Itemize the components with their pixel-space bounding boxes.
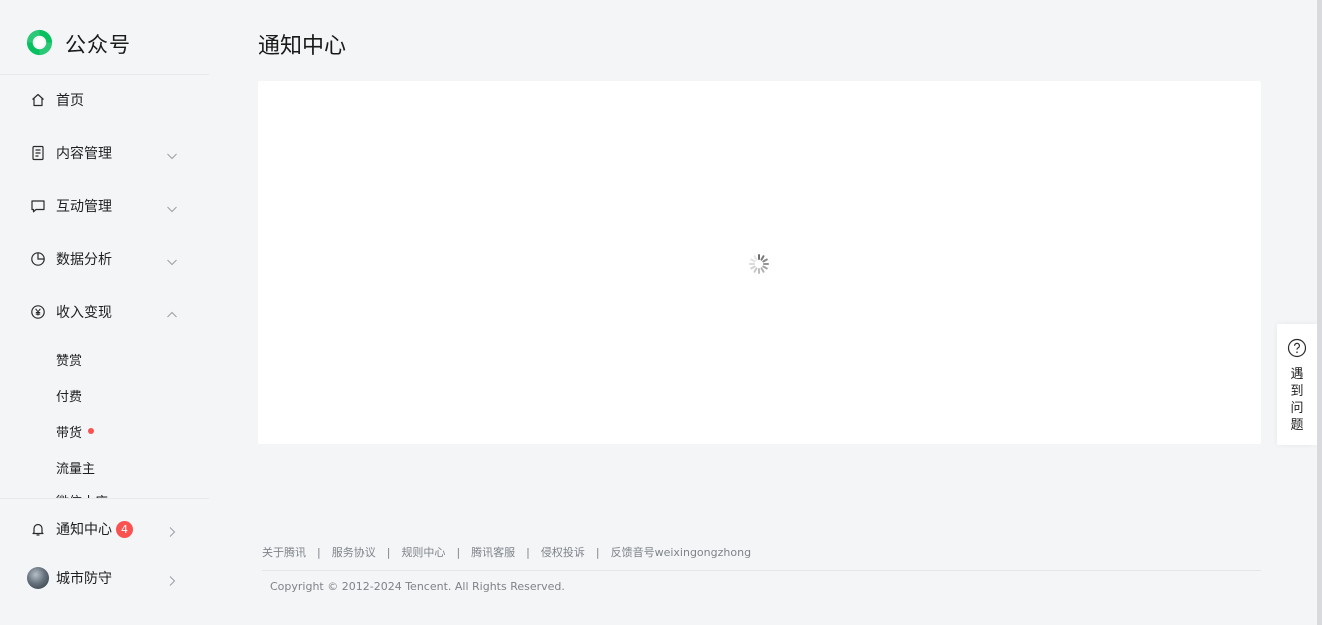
footer-separator: | [386,545,391,559]
footer-divider [262,570,1261,571]
sidebar-subitem-sales[interactable]: 带货 [56,419,95,443]
bell-icon [30,521,46,537]
chat-icon [30,198,46,214]
help-button[interactable]: 遇到问题 [1277,324,1317,445]
sidebar-item-interaction[interactable]: 互动管理 [0,188,209,224]
yuan-icon [30,304,46,320]
page-title: 通知中心 [258,34,347,59]
loading-spinner-icon [748,253,770,275]
account-name: 城市防守 [56,571,112,587]
sidebar-item-monetization[interactable]: 收入变现 [0,294,209,330]
wechat-official-logo-icon [24,27,55,62]
sidebar-subitem-label: 赞赏 [56,353,83,369]
footer-separator: | [526,545,530,559]
sidebar-item-label: 互动管理 [56,199,112,215]
sidebar-subitem-traffic[interactable]: 流量主 [56,455,95,479]
sidebar-subitem-paid[interactable]: 付费 [56,383,82,407]
home-icon [30,92,46,108]
chevron-right-icon [166,523,178,537]
footer-link-terms[interactable]: 服务协议 [332,544,376,560]
chevron-down-icon [166,200,178,213]
sidebar-subitem-label: 流量主 [56,461,96,477]
sidebar-divider [0,498,209,499]
sidebar-item-content[interactable]: 内容管理 [0,135,209,171]
avatar [27,567,49,589]
notification-count-badge: 4 [116,520,133,538]
sidebar-subitem-label: 带货 [56,425,83,441]
footer-separator: | [595,545,600,559]
footer-links: 关于腾讯 | 服务协议 | 规则中心 | 腾讯客服 | 侵权投诉 | 反馈音号w… [262,544,751,560]
footer-link-rules[interactable]: 规则中心 [401,544,445,560]
help-label: 遇到问题 [1290,367,1304,433]
chevron-down-icon [166,253,178,266]
sidebar-item-label: 收入变现 [56,305,112,321]
brand-name: 公众号 [65,33,131,57]
chevron-down-icon [166,147,178,160]
sidebar-item-analytics[interactable]: 数据分析 [0,241,209,277]
copyright: Copyright © 2012-2024 Tencent. All Right… [270,580,565,593]
footer-link-about[interactable]: 关于腾讯 [262,544,306,560]
document-icon [30,145,46,161]
sidebar-subitem-label: 付费 [56,389,83,405]
notification-panel [258,81,1261,444]
footer-link-feedback[interactable]: 反馈音号weixingongzhong [611,544,751,560]
footer-link-complaint[interactable]: 侵权投诉 [541,544,585,560]
chevron-up-icon [166,306,178,318]
logo[interactable]: 公众号 [24,28,131,60]
question-circle-icon [1287,338,1307,362]
pie-chart-icon [30,251,46,267]
sidebar-item-label: 内容管理 [56,146,112,162]
footer-link-service[interactable]: 腾讯客服 [471,544,515,560]
sidebar: 公众号 首页 内容管理 互动管理 数据分析 收入变现 赞赏 付费 带货 流量主 … [0,0,209,625]
sidebar-item-home[interactable]: 首页 [0,82,209,118]
chevron-right-icon [166,572,178,586]
sidebar-item-label: 首页 [56,93,84,109]
new-dot-badge [88,428,95,434]
sidebar-subitem-reward[interactable]: 赞赏 [56,347,82,371]
sidebar-item-label: 数据分析 [56,252,112,268]
sidebar-item-notifications[interactable]: 通知中心 4 [0,511,209,547]
footer-separator: | [456,545,461,559]
sidebar-item-account[interactable]: 城市防守 [0,560,209,596]
page-scrollbar[interactable] [1317,0,1322,625]
sidebar-item-label: 通知中心 [56,522,112,538]
sidebar-divider [0,74,209,75]
footer-separator: | [317,545,321,559]
